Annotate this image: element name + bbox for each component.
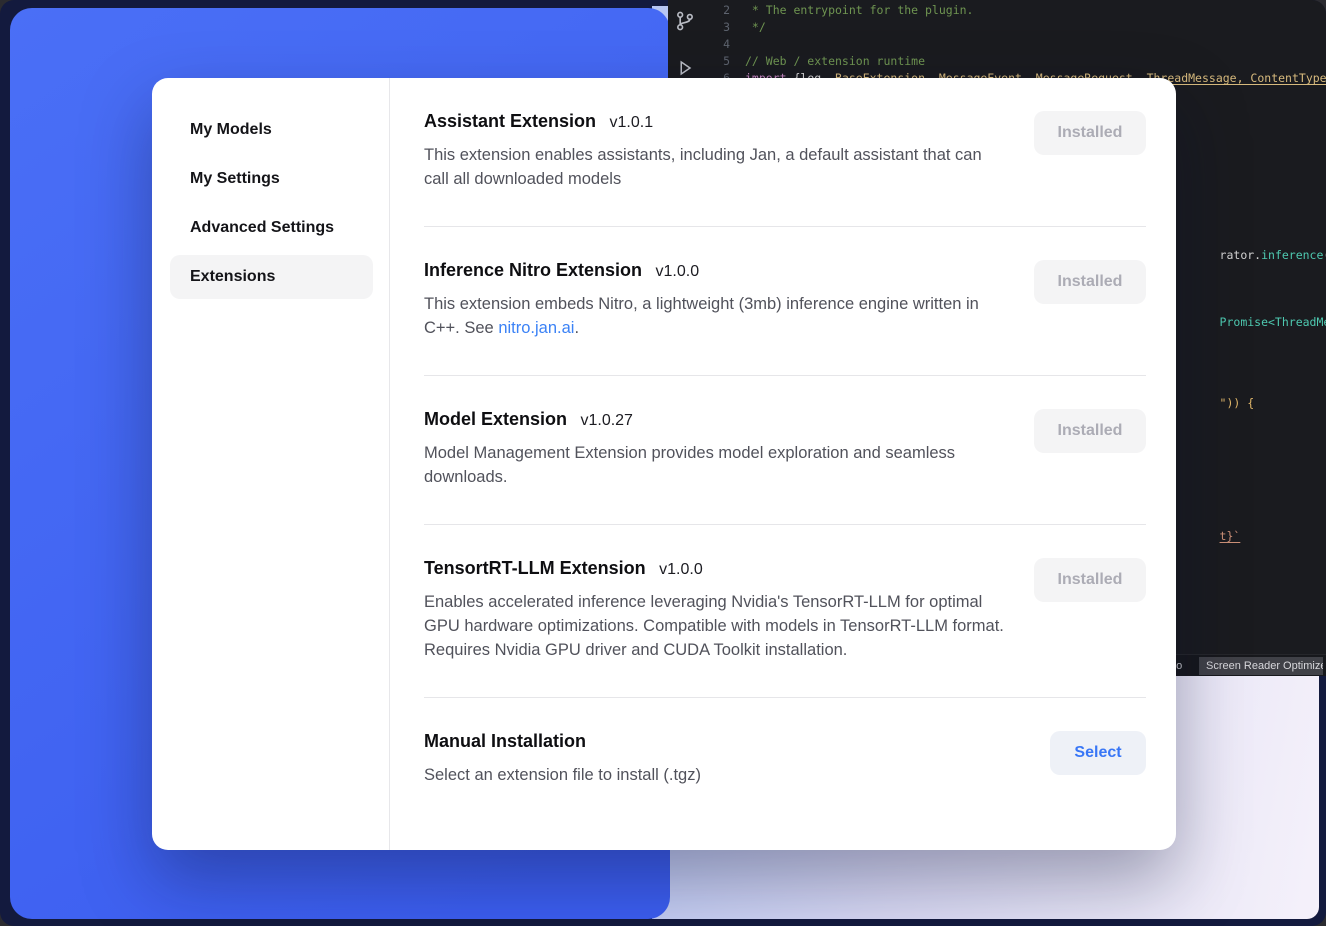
extension-heading: Model Extension v1.0.27	[424, 409, 1009, 430]
code-text: // Web / extension runtime	[745, 53, 925, 70]
code-line: 3 */	[702, 19, 1326, 36]
git-branch-icon[interactable]	[674, 10, 696, 32]
manual-installation-row: Manual Installation Select an extension …	[424, 698, 1146, 822]
manual-installation-heading: Manual Installation	[424, 731, 701, 752]
line-number: 5	[702, 53, 730, 70]
code-type: Promise<ThreadMessage>	[1220, 315, 1326, 329]
extension-description: This extension enables assistants, inclu…	[424, 143, 1009, 191]
code-line: 4	[702, 36, 1326, 53]
extension-name: TensortRT-LLM Extension	[424, 558, 646, 578]
sidebar-item-advanced-settings[interactable]: Advanced Settings	[170, 206, 373, 250]
code-fragment: t}`	[1178, 511, 1240, 562]
sidebar-item-my-models[interactable]: My Models	[170, 108, 373, 152]
line-number: 2	[702, 2, 730, 19]
extension-row: Assistant Extension v1.0.1 This extensio…	[424, 78, 1146, 227]
extension-heading: Assistant Extension v1.0.1	[424, 111, 1009, 132]
code-template-string: t}`	[1220, 529, 1241, 543]
line-number: 4	[702, 36, 730, 53]
extension-name: Assistant Extension	[424, 111, 596, 131]
code-text: */	[745, 19, 766, 36]
extension-info: TensortRT-LLM Extension v1.0.0 Enables a…	[424, 558, 1009, 662]
description-text: .	[574, 319, 579, 337]
code-text: rator.	[1220, 248, 1262, 262]
extension-description: Enables accelerated inference leveraging…	[424, 590, 1009, 662]
extension-info: Assistant Extension v1.0.1 This extensio…	[424, 111, 1009, 191]
extension-version: v1.0.0	[656, 263, 700, 280]
extension-name: Model Extension	[424, 409, 567, 429]
manual-installation-description: Select an extension file to install (.tg…	[424, 763, 701, 787]
code-line: 2 * The entrypoint for the plugin.	[702, 2, 1326, 19]
run-icon[interactable]	[675, 58, 695, 78]
sidebar-item-my-settings[interactable]: My Settings	[170, 157, 373, 201]
installed-button[interactable]: Installed	[1034, 111, 1146, 155]
sidebar-item-extensions[interactable]: Extensions	[170, 255, 373, 299]
installed-button[interactable]: Installed	[1034, 409, 1146, 453]
extension-row: TensortRT-LLM Extension v1.0.0 Enables a…	[424, 525, 1146, 698]
code-fragment: rator.inference(data));	[1178, 230, 1326, 281]
extension-row: Model Extension v1.0.27 Model Management…	[424, 376, 1146, 525]
extension-heading: TensortRT-LLM Extension v1.0.0	[424, 558, 1009, 579]
code-method: inference	[1261, 248, 1323, 262]
extension-version: v1.0.27	[580, 412, 632, 429]
code-string: ")) {	[1220, 396, 1255, 410]
settings-modal: My Models My Settings Advanced Settings …	[152, 78, 1176, 850]
installed-button[interactable]: Installed	[1034, 260, 1146, 304]
code-fragment: Promise<ThreadMessage>	[1178, 297, 1326, 348]
screenshot-root: 2 * The entrypoint for the plugin. 3 */ …	[0, 0, 1326, 926]
extension-description: This extension embeds Nitro, a lightweig…	[424, 292, 1009, 340]
manual-installation-info: Manual Installation Select an extension …	[424, 731, 701, 787]
manual-installation-title: Manual Installation	[424, 731, 586, 751]
code-line: 5 // Web / extension runtime	[702, 53, 1326, 70]
installed-button[interactable]: Installed	[1034, 558, 1146, 602]
settings-sidebar: My Models My Settings Advanced Settings …	[152, 78, 390, 850]
extension-version: v1.0.0	[659, 561, 703, 578]
select-button[interactable]: Select	[1050, 731, 1146, 775]
extension-info: Inference Nitro Extension v1.0.0 This ex…	[424, 260, 1009, 340]
code-text: * The entrypoint for the plugin.	[745, 2, 973, 19]
code-fragment: ")) {	[1178, 378, 1254, 429]
code-area: 2 * The entrypoint for the plugin. 3 */ …	[702, 2, 1326, 87]
extension-row: Inference Nitro Extension v1.0.0 This ex…	[424, 227, 1146, 376]
nitro-jan-ai-link[interactable]: nitro.jan.ai	[498, 319, 574, 337]
extension-name: Inference Nitro Extension	[424, 260, 642, 280]
screen-reader-mode-badge[interactable]: Screen Reader Optimized	[1199, 657, 1323, 675]
extension-version: v1.0.1	[610, 114, 654, 131]
extension-heading: Inference Nitro Extension v1.0.0	[424, 260, 1009, 281]
line-number: 3	[702, 19, 730, 36]
extensions-panel: Assistant Extension v1.0.1 This extensio…	[390, 78, 1176, 850]
extension-description: Model Management Extension provides mode…	[424, 441, 1009, 489]
extension-info: Model Extension v1.0.27 Model Management…	[424, 409, 1009, 489]
